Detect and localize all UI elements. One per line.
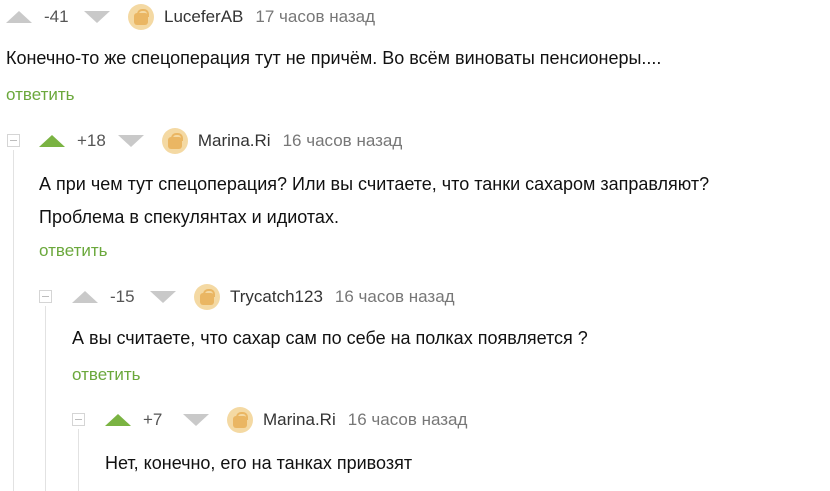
thread-line[interactable] [78, 429, 79, 491]
comment-time[interactable]: 17 часов назад [255, 7, 375, 27]
thread-line[interactable] [13, 150, 14, 491]
upvote-icon[interactable] [6, 11, 32, 23]
comment-author[interactable]: Marina.Ri [263, 410, 336, 430]
comment-time[interactable]: 16 часов назад [348, 410, 468, 430]
comment-time[interactable]: 16 часов назад [335, 287, 455, 307]
comment-rating: -15 [110, 287, 135, 306]
comment-text-line: А вы считаете, что сахар сам по себе на … [72, 328, 588, 348]
comment-header: -15 Trycatch123 16 часов назад [72, 282, 455, 312]
comment-author[interactable]: Trycatch123 [230, 287, 323, 307]
comment-rating: +7 [143, 410, 163, 429]
comment-text-line: Проблема в спекулянтах и идиотах. [39, 207, 339, 227]
comment-text: Конечно-то же спецоперация тут не причём… [6, 42, 661, 75]
collapse-thread-icon[interactable] [72, 413, 85, 426]
collapse-thread-icon[interactable] [7, 134, 20, 147]
downvote-icon[interactable] [150, 291, 176, 303]
comment-text-line: Нет, конечно, его на танках привозят [105, 453, 413, 473]
comment-time[interactable]: 16 часов назад [283, 131, 403, 151]
collapse-thread-icon[interactable] [39, 290, 52, 303]
avatar[interactable] [227, 407, 253, 433]
downvote-icon[interactable] [117, 135, 144, 147]
upvote-icon[interactable] [105, 414, 131, 426]
downvote-icon[interactable] [84, 11, 110, 23]
comment-text: А при чем тут спецоперация? Или вы счита… [39, 168, 709, 234]
comment-header: -41 LuceferAB 17 часов назад [6, 2, 375, 32]
avatar[interactable] [161, 128, 188, 154]
comment-text: А вы считаете, что сахар сам по себе на … [72, 322, 588, 355]
comment-header: +7 Marina.Ri 16 часов назад [105, 405, 467, 435]
upvote-icon[interactable] [72, 291, 98, 303]
reply-link[interactable]: ответить [39, 241, 108, 261]
downvote-icon[interactable] [183, 414, 209, 426]
comment-header: +18 Marina.Ri 16 часов назад [39, 126, 402, 156]
avatar[interactable] [194, 284, 220, 310]
avatar[interactable] [128, 4, 154, 30]
comment-author[interactable]: Marina.Ri [198, 131, 271, 151]
reply-link[interactable]: ответить [6, 85, 75, 105]
comment-rating: -41 [44, 7, 69, 26]
comment-text-line: Конечно-то же спецоперация тут не причём… [6, 48, 662, 68]
comment-text-line: А при чем тут спецоперация? Или вы счита… [39, 174, 710, 194]
thread-line[interactable] [45, 306, 46, 491]
upvote-icon[interactable] [39, 135, 65, 147]
comment-text: Нет, конечно, его на танках привозят [105, 447, 412, 480]
reply-link[interactable]: ответить [72, 365, 141, 385]
comment-author[interactable]: LuceferAB [164, 7, 243, 27]
comment-rating: +18 [77, 131, 106, 150]
